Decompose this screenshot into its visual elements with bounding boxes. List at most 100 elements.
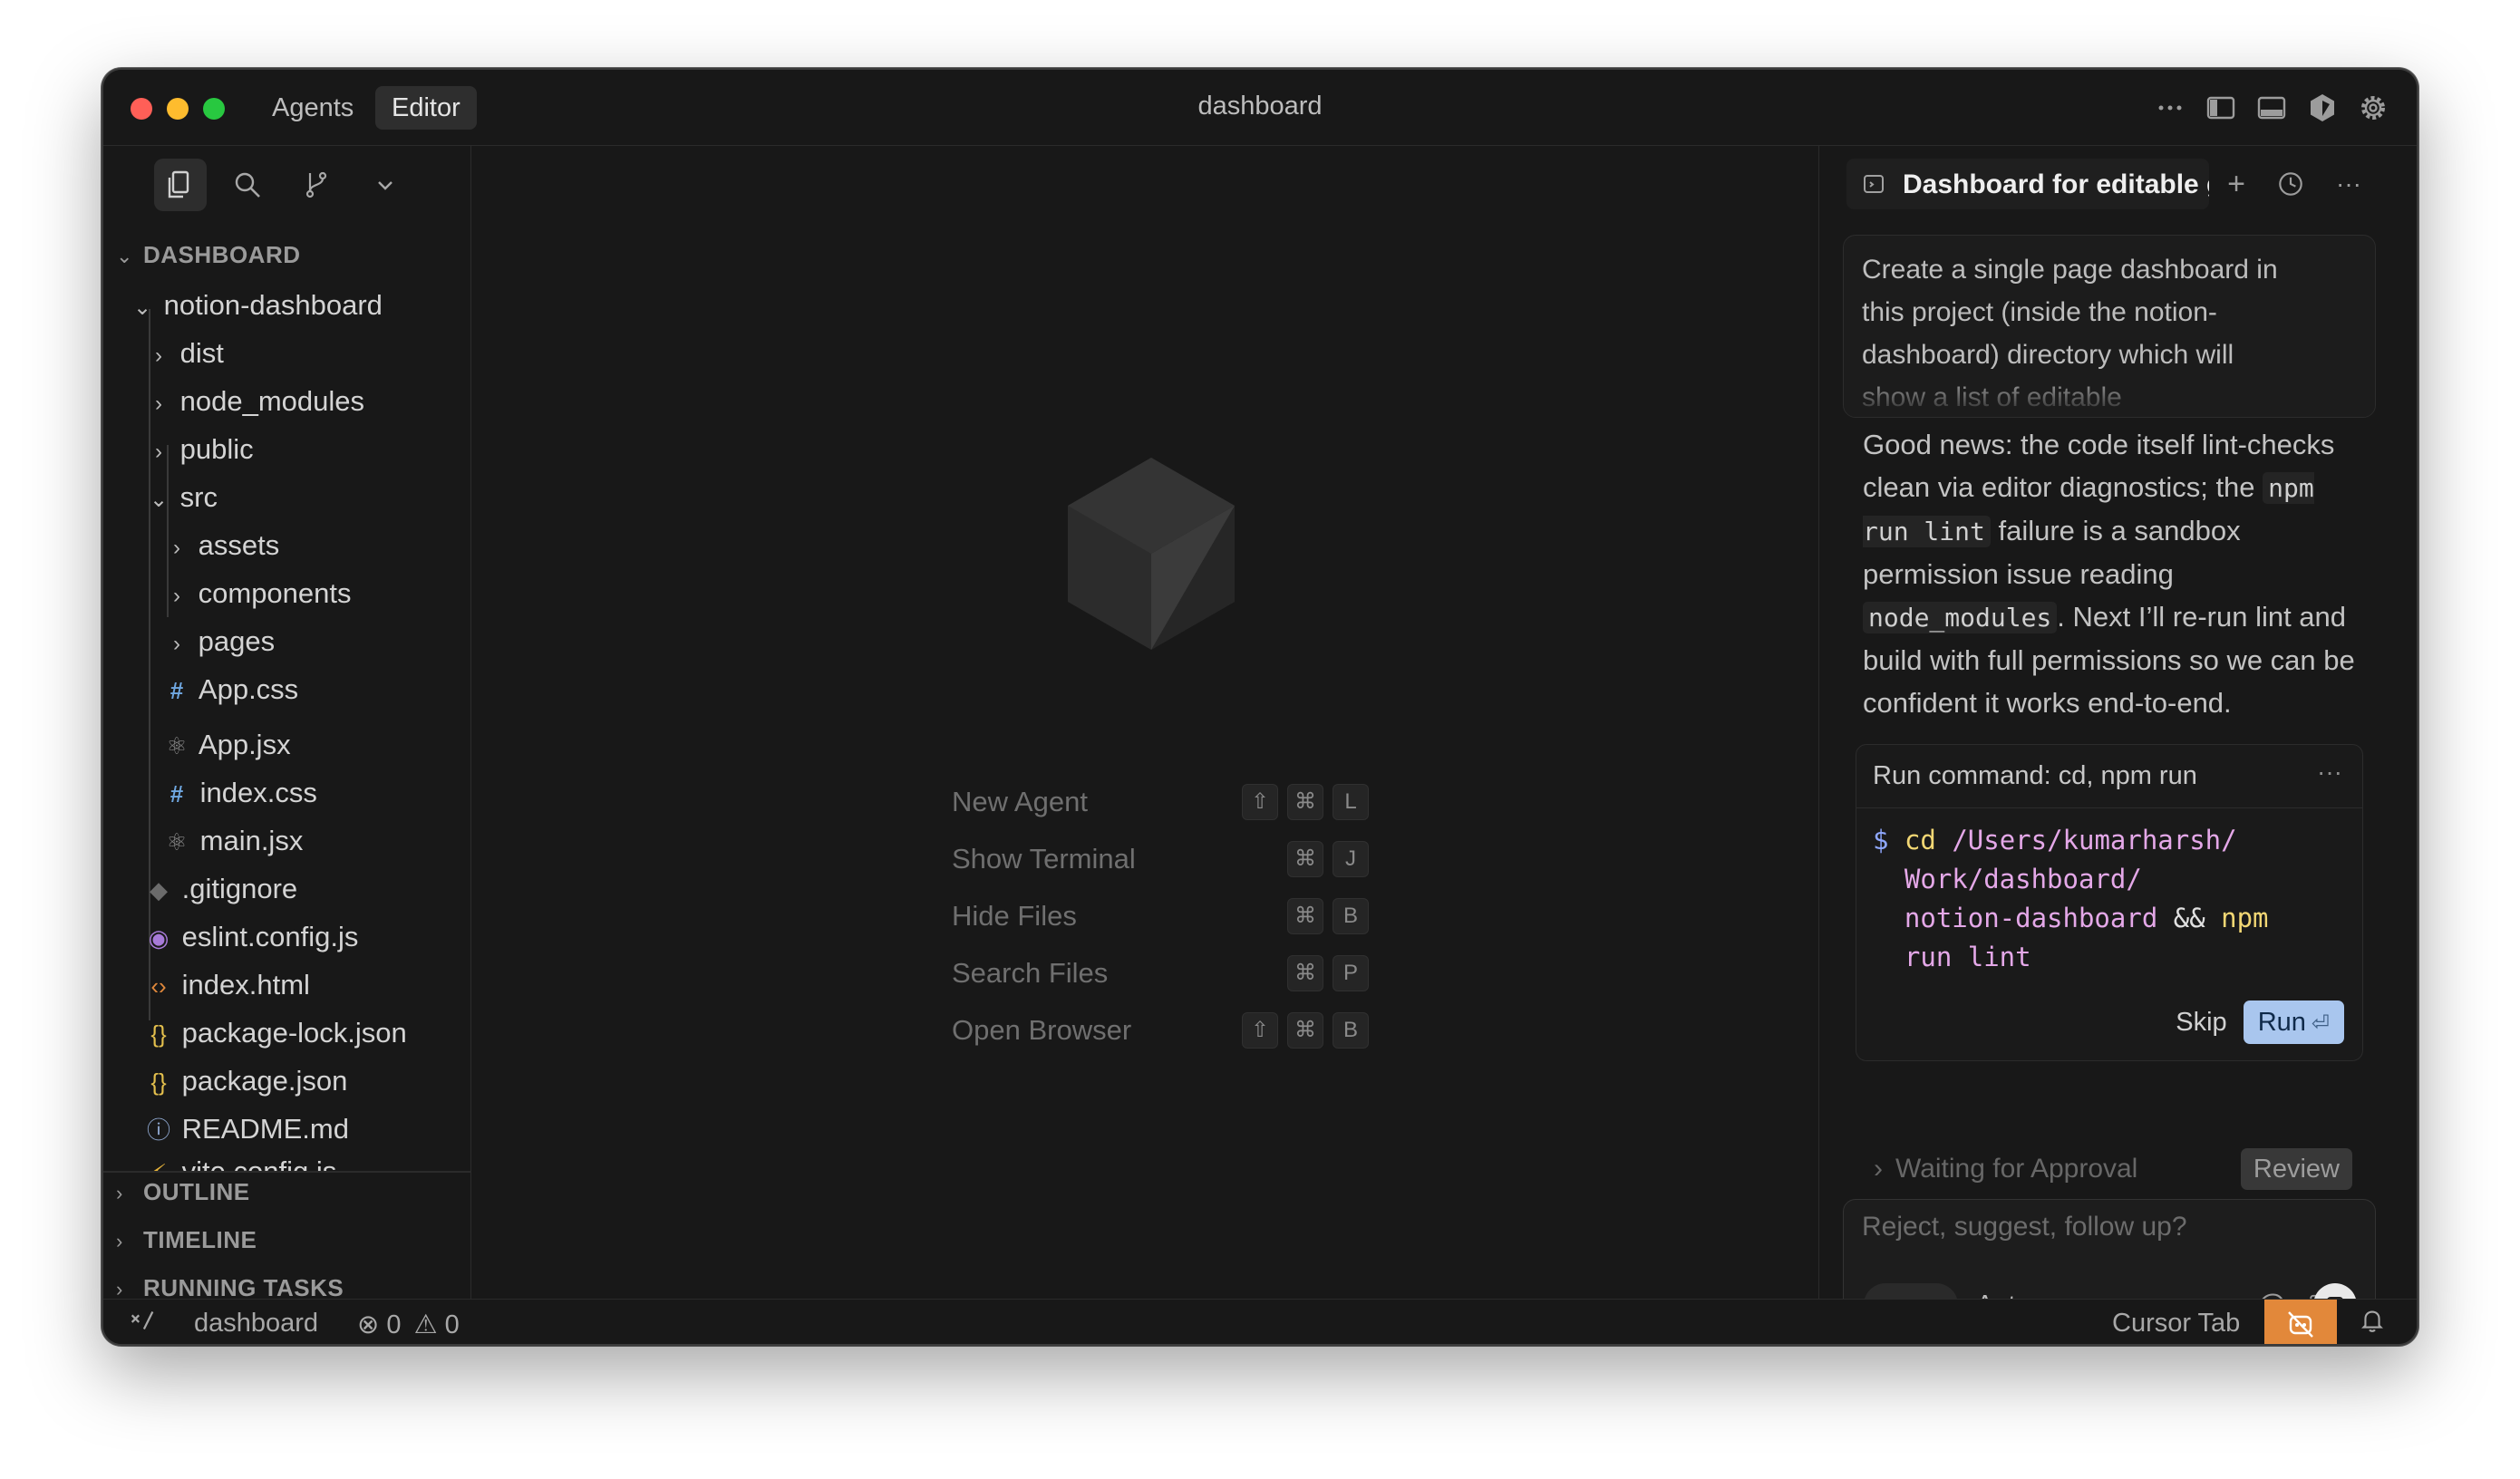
chevron-right-icon: › xyxy=(155,343,162,368)
keybinding: ⇧ ⌘ B xyxy=(1242,1012,1369,1049)
tree-folder-assets[interactable]: › assets xyxy=(103,522,470,569)
shortcut-search-files[interactable]: Search Files ⌘ P xyxy=(952,952,1369,995)
tree-item-label: package.json xyxy=(181,1065,348,1097)
notifications-icon[interactable] xyxy=(2357,1305,2388,1343)
html-file-icon: ‹› xyxy=(150,972,167,1000)
shortcut-new-agent[interactable]: New Agent ⇧ ⌘ L xyxy=(952,780,1369,824)
cursor-tab-toggle[interactable] xyxy=(2264,1300,2337,1344)
tree-item-label: vite.config.js xyxy=(181,1155,337,1172)
more-icon[interactable]: ··· xyxy=(2331,166,2367,202)
tree-folder-notion-dashboard[interactable]: ⌄ notion-dashboard xyxy=(103,282,470,329)
tree-folder-public[interactable]: › public xyxy=(103,426,470,473)
waiting-label: Waiting for Approval xyxy=(1895,1154,2138,1184)
react-file-icon: ⚛ xyxy=(166,732,188,759)
shortcut-show-terminal[interactable]: Show Terminal ⌘ J xyxy=(952,837,1369,881)
tree-file-package-lock[interactable]: {} package-lock.json xyxy=(103,1010,470,1057)
tree-folder-src[interactable]: ⌄ src xyxy=(103,474,470,521)
agent-panel-header: Dashboard for editable g + ··· xyxy=(1819,146,2417,222)
waiting-for-approval-row[interactable]: › Waiting for Approval Review xyxy=(1856,1143,2363,1195)
run-command-card: Run command: cd, npm run ··· $ cd /Users… xyxy=(1856,744,2363,1061)
command-actions: Skip Run ⏎ xyxy=(2176,1000,2344,1044)
toggle-sidebar-icon[interactable] xyxy=(2205,92,2237,124)
git-file-icon: ◆ xyxy=(150,876,168,904)
history-icon[interactable] xyxy=(2273,166,2309,202)
tree-file-index-css[interactable]: # index.css xyxy=(103,769,470,817)
tree-folder-node-modules[interactable]: › node_modules xyxy=(103,378,470,425)
tree-folder-components[interactable]: › components xyxy=(103,570,470,617)
chevron-down-icon: ⌄ xyxy=(149,488,169,512)
tree-file-eslint-config[interactable]: ◉ eslint.config.js xyxy=(103,914,470,961)
tree-item-label: main.jsx xyxy=(199,825,304,856)
run-label: Run xyxy=(2257,1008,2306,1037)
cursor-logo-icon[interactable] xyxy=(2306,92,2339,124)
code-token: notion-dashboard xyxy=(1904,903,2158,933)
tree-item-label: eslint.config.js xyxy=(181,921,359,952)
css-file-icon: # xyxy=(170,780,184,807)
tree-item-label: App.css xyxy=(198,673,299,705)
vite-file-icon: ⚡ xyxy=(143,1154,174,1172)
tree-item-label: dist xyxy=(179,337,224,369)
react-file-icon: ⚛ xyxy=(166,828,188,856)
chevron-down-icon[interactable] xyxy=(359,159,412,211)
tree-file-vite-config[interactable]: ⚡ vite.config.js xyxy=(103,1154,470,1172)
source-control-icon[interactable] xyxy=(290,159,343,211)
file-tree-continued: ⚛ App.jsx # index.css ⚛ main.jsx ◆ .giti… xyxy=(103,721,470,1306)
tree-file-readme[interactable]: ⓘ README.md xyxy=(103,1106,470,1153)
skip-button[interactable]: Skip xyxy=(2176,1008,2226,1038)
tree-item-label: .gitignore xyxy=(181,873,298,904)
tree-file-package-json[interactable]: {} package.json xyxy=(103,1058,470,1105)
toggle-panel-icon[interactable] xyxy=(2255,92,2288,124)
search-icon[interactable] xyxy=(221,159,274,211)
tree-item-label: notion-dashboard xyxy=(163,289,383,321)
follow-up-input[interactable] xyxy=(1844,1200,2375,1254)
explorer-icon[interactable] xyxy=(154,159,207,211)
tree-file-gitignore[interactable]: ◆ .gitignore xyxy=(103,865,470,913)
tree-file-index-html[interactable]: ‹› index.html xyxy=(103,962,470,1009)
sidebar-toolbar xyxy=(103,146,470,227)
inline-code: node_modules xyxy=(1863,602,2058,633)
shortcut-open-browser[interactable]: Open Browser ⇧ ⌘ B xyxy=(952,1009,1369,1052)
tree-item-label: public xyxy=(179,433,254,465)
tree-item-label: README.md xyxy=(181,1113,349,1145)
section-timeline[interactable]: › TIMELINE xyxy=(116,1222,257,1258)
tree-file-app-css[interactable]: # App.css xyxy=(103,666,470,713)
section-outline[interactable]: › OUTLINE xyxy=(116,1174,250,1210)
tree-item-label: App.jsx xyxy=(198,729,291,760)
user-prompt-bubble[interactable]: Create a single page dashboard in this p… xyxy=(1843,235,2376,418)
review-button[interactable]: Review xyxy=(2240,1148,2352,1190)
tree-file-app-jsx[interactable]: ⚛ App.jsx xyxy=(103,721,470,768)
tree-item-label: index.html xyxy=(181,969,310,1000)
cursor-logo-icon xyxy=(1068,458,1235,650)
chat-tab[interactable]: Dashboard for editable g xyxy=(1846,159,2209,209)
keybinding: ⌘ P xyxy=(1287,955,1369,991)
error-count: 0 xyxy=(386,1310,402,1339)
cursor-tab-status[interactable]: Cursor Tab xyxy=(2112,1309,2240,1339)
tree-file-main-jsx[interactable]: ⚛ main.jsx xyxy=(103,817,470,865)
chevron-down-icon: ⌄ xyxy=(116,245,133,267)
new-chat-icon[interactable]: + xyxy=(2218,166,2254,202)
section-dashboard[interactable]: ⌄ DASHBOARD xyxy=(116,237,301,273)
editor-empty-state: New Agent ⇧ ⌘ L Show Terminal ⌘ J Hide F… xyxy=(471,146,1818,1299)
keybinding: ⌘ B xyxy=(1287,898,1369,934)
run-button[interactable]: Run ⏎ xyxy=(2243,1000,2344,1044)
tree-folder-pages[interactable]: › pages xyxy=(103,618,470,665)
chevron-right-icon: › xyxy=(173,632,180,656)
agent-chat-panel: Dashboard for editable g + ··· Create a … xyxy=(1818,146,2417,1344)
workspace-name[interactable]: dashboard xyxy=(194,1309,318,1339)
waiting-status: › Waiting for Approval xyxy=(1874,1154,2137,1184)
window-title: dashboard xyxy=(1197,92,1323,121)
shortcut-label: Hide Files xyxy=(952,900,1077,932)
more-icon[interactable]: ··· xyxy=(2317,758,2342,787)
prompt-fade xyxy=(1844,372,2375,417)
command-title: Run command: cd, npm run xyxy=(1873,761,2197,790)
problems-indicator[interactable]: ⊗ 0 ⚠ 0 xyxy=(357,1309,460,1340)
tree-folder-dist[interactable]: › dist xyxy=(103,330,470,377)
chevron-right-icon: › xyxy=(116,1230,123,1252)
warning-icon: ⚠ xyxy=(413,1310,438,1339)
more-icon[interactable] xyxy=(2154,92,2186,124)
settings-icon[interactable] xyxy=(2357,92,2389,124)
code-token: /Users/kumarharsh/ xyxy=(1935,825,2237,856)
remote-icon[interactable] xyxy=(127,1305,158,1343)
key-shift: ⇧ xyxy=(1242,784,1278,820)
shortcut-hide-files[interactable]: Hide Files ⌘ B xyxy=(952,894,1369,938)
